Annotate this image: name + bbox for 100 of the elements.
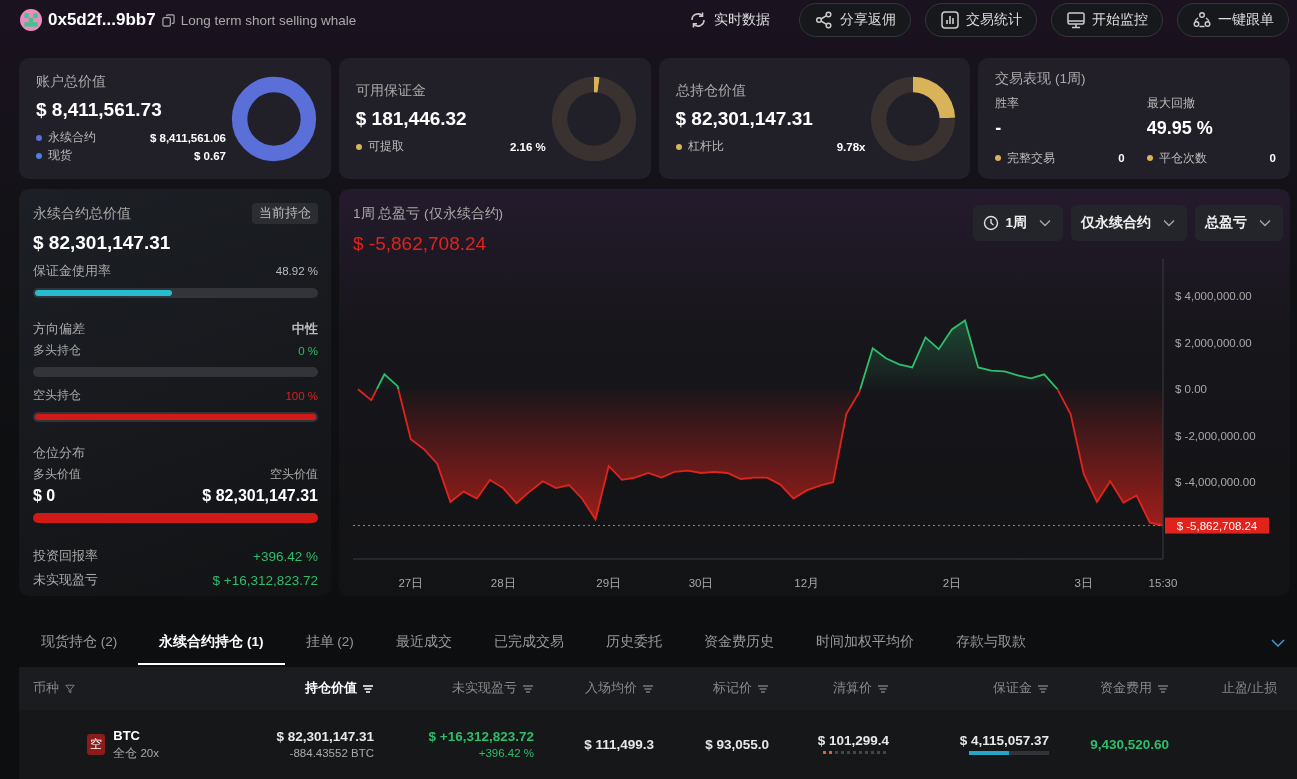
header-button[interactable]: 开始监控 bbox=[1051, 3, 1163, 37]
positions-tab[interactable]: 历史委托 bbox=[584, 620, 683, 665]
people-icon bbox=[1192, 10, 1212, 30]
card-title: 可用保证金 bbox=[355, 81, 427, 100]
y-axis-label: $ 0.00 bbox=[1175, 383, 1207, 396]
risk-meter-drawing bbox=[823, 751, 889, 755]
header-button[interactable]: 一键跟单 bbox=[1177, 3, 1289, 37]
panel-title: 1周 总盈亏 (仅永续合约) bbox=[353, 205, 503, 223]
legend-value: 9.78x bbox=[836, 140, 866, 153]
metric-label: 保证金使用率 bbox=[33, 262, 111, 280]
filter-dropdown[interactable]: 仅永续合约 bbox=[1071, 205, 1187, 241]
x-axis-label: 12月 bbox=[794, 577, 820, 589]
chevron-down-icon bbox=[1163, 219, 1175, 227]
y-axis-label: $ 4,000,000.00 bbox=[1175, 290, 1252, 303]
positions-tab[interactable]: 挂单 (2) bbox=[284, 620, 375, 665]
margin-mode: 全仓 20x bbox=[113, 745, 159, 761]
sort-icon bbox=[1037, 683, 1049, 694]
column-header[interactable]: 保证金 bbox=[889, 680, 1049, 697]
current-value-label: $ -5,862,708.24 bbox=[1165, 517, 1269, 534]
filter-dropdown[interactable]: 总盈亏 bbox=[1195, 205, 1283, 241]
filter-icon bbox=[64, 683, 76, 694]
legend-label: 现货 bbox=[48, 148, 73, 163]
metric-label: 多头持仓 bbox=[33, 342, 81, 359]
sort-icon bbox=[877, 683, 889, 694]
long-value: $ 0 bbox=[33, 487, 56, 505]
table-cell: 9,430,520.60 bbox=[1090, 736, 1169, 752]
sort-icon bbox=[362, 683, 374, 694]
stat-value: - bbox=[995, 118, 1003, 139]
card-value: $ 82,301,147.31 bbox=[675, 107, 814, 130]
positions-tab[interactable]: 存款与取款 bbox=[934, 620, 1047, 665]
positions-tab[interactable]: 现货持仓 (2) bbox=[20, 620, 139, 665]
sort-icon bbox=[757, 683, 769, 694]
card-value: $ 181,446.32 bbox=[355, 107, 468, 130]
column-header[interactable]: 清算价 bbox=[769, 680, 889, 697]
pnl-value: $ -5,862,708.24 bbox=[353, 233, 488, 255]
column-header[interactable]: 资金费用 bbox=[1049, 680, 1169, 697]
table-cell: $ +16,312,823.72 bbox=[428, 729, 534, 744]
legend-label: 杠杆比 bbox=[687, 139, 725, 154]
stat-label: 胜率 bbox=[995, 95, 1021, 112]
legend-value: 0 bbox=[1269, 152, 1276, 164]
legend-label: 平仓次数 bbox=[1158, 150, 1208, 166]
metric-reading: 100 % bbox=[285, 389, 318, 402]
wallet-address: 0x5d2f...9bb7 bbox=[48, 10, 156, 30]
positions-tab[interactable]: 已完成交易 bbox=[472, 620, 585, 665]
refresh-icon bbox=[688, 10, 708, 30]
card-value: $ 8,411,561.73 bbox=[36, 98, 163, 121]
metric-label: 方向偏差 bbox=[33, 320, 85, 338]
column-header[interactable]: 币种 bbox=[19, 680, 159, 697]
legend-label: 完整交易 bbox=[1007, 150, 1057, 166]
legend-value: $ 0.67 bbox=[194, 149, 226, 162]
table-cell: $ 4,115,057.37 bbox=[959, 733, 1049, 748]
share-icon bbox=[814, 10, 834, 30]
legend-value: $ 8,411,561.06 bbox=[149, 131, 226, 144]
header-button[interactable]: 实时数据 bbox=[673, 3, 785, 37]
chevron-down-icon bbox=[1039, 219, 1051, 227]
positions-tab[interactable]: 资金费历史 bbox=[682, 620, 795, 665]
short-side-badge: 空 bbox=[87, 733, 106, 755]
legend-value: 2.16 % bbox=[509, 140, 546, 153]
filter-dropdown[interactable]: 1周 bbox=[973, 205, 1063, 241]
table-cell: $ 101,299.4 bbox=[817, 733, 889, 748]
column-header[interactable]: 标记价 bbox=[654, 680, 769, 697]
column-header[interactable]: 未实现盈亏 bbox=[374, 680, 534, 697]
positions-tab[interactable]: 时间加权平均价 bbox=[794, 620, 935, 665]
metric-label: 投资回报率 bbox=[33, 547, 98, 565]
header-button[interactable]: 分享返佣 bbox=[799, 3, 911, 37]
x-axis-label: 2日 bbox=[942, 577, 962, 589]
header-button[interactable]: 交易统计 bbox=[925, 3, 1037, 37]
copy-icon[interactable] bbox=[161, 13, 175, 27]
bias-value: 中性 bbox=[292, 320, 318, 338]
chevron-down-icon[interactable] bbox=[1271, 638, 1285, 647]
metric-label: 未实现盈亏 bbox=[33, 571, 98, 589]
legend-value: 0 bbox=[1118, 152, 1125, 164]
metric-label: 空头持仓 bbox=[33, 387, 81, 404]
stat-label: 最大回撤 bbox=[1146, 95, 1196, 112]
card-title: 交易表现 (1周) bbox=[995, 70, 1087, 88]
chevron-down-icon bbox=[1259, 219, 1271, 227]
x-axis-label: 27日 bbox=[398, 577, 424, 589]
x-axis-label: 29日 bbox=[596, 577, 622, 589]
roi-value: +396.42 % bbox=[253, 548, 318, 564]
section-label: 仓位分布 bbox=[33, 444, 86, 462]
x-axis-label: 15:30 bbox=[1148, 577, 1178, 589]
avatar-icon bbox=[20, 9, 42, 31]
column-header[interactable]: 持仓价值 bbox=[159, 680, 374, 697]
column-header[interactable]: 入场均价 bbox=[534, 680, 654, 697]
x-axis-label: 28日 bbox=[490, 577, 516, 589]
x-axis-label: 30日 bbox=[688, 577, 714, 589]
positions-tab[interactable]: 永续合约持仓 (1) bbox=[138, 620, 285, 665]
positions-tab[interactable]: 最近成交 bbox=[374, 620, 473, 665]
column-header[interactable]: 止盈/止损 bbox=[1169, 680, 1277, 697]
metric-label: 空头价值 bbox=[270, 466, 318, 483]
perp-total-value: $ 82,301,147.31 bbox=[33, 232, 172, 254]
card-title: 账户总价值 bbox=[36, 72, 107, 91]
sort-icon bbox=[522, 683, 534, 694]
y-axis-label: $ -4,000,000.00 bbox=[1175, 476, 1256, 489]
clock-icon bbox=[983, 215, 1000, 231]
table-cell: $ 93,055.0 bbox=[705, 736, 769, 752]
unrealized-pnl-value: $ +16,312,823.72 bbox=[212, 572, 318, 588]
table-cell: -884.43552 BTC bbox=[289, 747, 374, 759]
table-cell: $ 82,301,147.31 bbox=[276, 729, 374, 744]
wallet-tagline: Long term short selling whale bbox=[180, 12, 357, 28]
